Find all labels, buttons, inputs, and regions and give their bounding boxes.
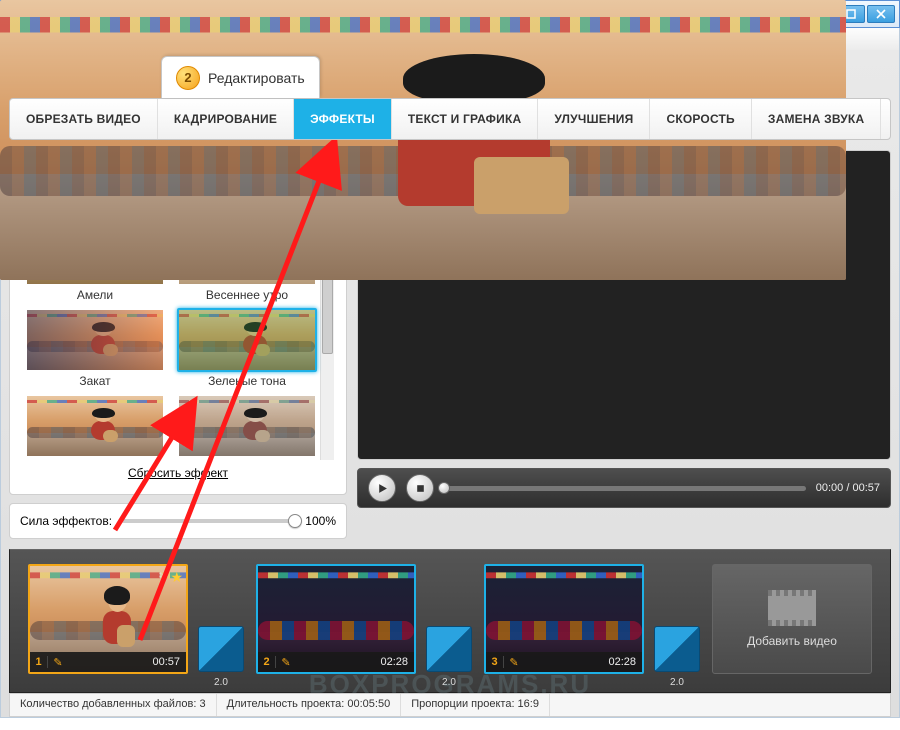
- slider-knob-icon[interactable]: [288, 514, 302, 528]
- player-seekbar[interactable]: [444, 486, 806, 491]
- transition-duration: 2.0: [199, 677, 243, 688]
- subtab-crop[interactable]: КАДРИРОВАНИЕ: [158, 99, 294, 139]
- clip-duration: 02:28: [524, 656, 642, 668]
- transition-3[interactable]: 2.0: [654, 626, 700, 672]
- strength-label: Сила эффектов:: [20, 514, 112, 528]
- preview-panel: [357, 150, 891, 460]
- effect-item-sunset[interactable]: Закат: [24, 308, 166, 388]
- effect-item-green[interactable]: Зеленые тона: [176, 308, 318, 388]
- subtab-enhance[interactable]: УЛУЧШЕНИЯ: [538, 99, 650, 139]
- status-files: Количество добавленных файлов: 3: [10, 694, 217, 716]
- wizard-tab-label: Редактировать: [208, 70, 305, 86]
- subtab-speed[interactable]: СКОРОСТЬ: [650, 99, 751, 139]
- transition-duration: 2.0: [427, 677, 471, 688]
- effect-label: Зеленые тона: [208, 374, 286, 388]
- clip-duration: 00:57: [68, 656, 186, 668]
- timeline-strip: ✄ ★ 1 ✎ 00:57 2.0 2 ✎ 02:28 2.0: [9, 549, 891, 693]
- wizard-tab-edit[interactable]: 2 Редактировать: [161, 56, 320, 98]
- subtab-audio-replace[interactable]: ЗАМЕНА ЗВУКА: [752, 99, 881, 139]
- player-controls: 00:00 / 00:57: [357, 468, 891, 508]
- effect-item-bw[interactable]: [176, 394, 318, 460]
- timeline-clip-2[interactable]: 2 ✎ 02:28: [256, 564, 416, 674]
- star-icon: ★: [170, 569, 183, 586]
- transition-duration: 2.0: [655, 677, 699, 688]
- strength-value: 100%: [305, 514, 336, 528]
- reset-effect-link[interactable]: Сбросить эффект: [128, 466, 228, 480]
- transition-2[interactable]: 2.0: [426, 626, 472, 672]
- stop-button[interactable]: [406, 474, 434, 502]
- clip-edit-button[interactable]: ✎: [276, 656, 296, 669]
- subtab-effects[interactable]: ЭФФЕКТЫ: [294, 99, 392, 139]
- add-video-label: Добавить видео: [747, 634, 837, 648]
- timeline-clip-1[interactable]: ✄ ★ 1 ✎ 00:57: [28, 564, 188, 674]
- clip-index: 2: [258, 656, 276, 668]
- status-aspect: Пропорции проекта: 16:9: [401, 694, 550, 716]
- effect-label: Амели: [77, 288, 113, 302]
- add-video-button[interactable]: Добавить видео: [712, 564, 872, 674]
- timeline-clip-3[interactable]: 3 ✎ 02:28: [484, 564, 644, 674]
- effect-item-5[interactable]: [24, 394, 166, 460]
- strength-slider[interactable]: [122, 519, 295, 523]
- effect-label: Весеннее утро: [206, 288, 288, 302]
- wizard-badge-2-icon: 2: [176, 66, 200, 90]
- edit-subtabs: ОБРЕЗАТЬ ВИДЕО КАДРИРОВАНИЕ ЭФФЕКТЫ ТЕКС…: [9, 98, 891, 140]
- clip-index: 1: [30, 656, 48, 668]
- player-time: 00:00 / 00:57: [816, 482, 880, 494]
- clip-edit-button[interactable]: ✎: [48, 656, 68, 669]
- seek-knob-icon[interactable]: [438, 482, 450, 494]
- scissors-icon: ✄: [159, 569, 168, 582]
- transition-1[interactable]: 2.0: [198, 626, 244, 672]
- effect-strength-panel: Сила эффектов: 100%: [9, 503, 347, 539]
- subtab-text[interactable]: ТЕКСТ И ГРАФИКА: [392, 99, 538, 139]
- status-duration: Длительность проекта: 00:05:50: [217, 694, 402, 716]
- clip-index: 3: [486, 656, 504, 668]
- play-button[interactable]: [368, 474, 396, 502]
- effect-label: Закат: [79, 374, 110, 388]
- window-close-button[interactable]: [867, 5, 895, 23]
- preview-image: [0, 0, 846, 280]
- subtab-trim[interactable]: ОБРЕЗАТЬ ВИДЕО: [10, 99, 158, 139]
- film-icon: [768, 590, 816, 626]
- clip-edit-button[interactable]: ✎: [504, 656, 524, 669]
- clip-duration: 02:28: [296, 656, 414, 668]
- status-bar: Количество добавленных файлов: 3 Длитель…: [9, 693, 891, 717]
